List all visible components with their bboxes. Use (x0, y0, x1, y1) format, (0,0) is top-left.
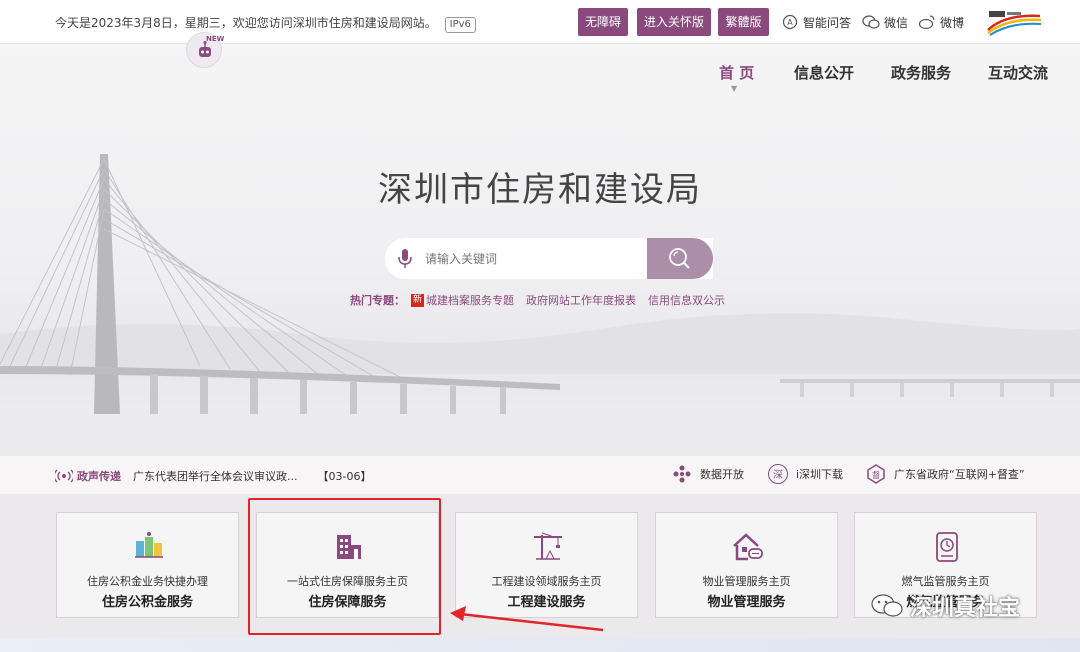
ai-qa-label: 智能问答 (803, 15, 852, 30)
watermark-text: 深圳真社宝 (910, 596, 1021, 621)
broadcast-icon (55, 469, 73, 483)
card-provident-fund[interactable]: 住房公积金业务快捷办理 住房公积金服务 (56, 512, 239, 618)
search-icon (669, 248, 690, 269)
highlight-box (248, 498, 441, 635)
accessibility-button[interactable]: 无障碍 (578, 8, 628, 36)
welcome-message: 今天是2023年3月8日，星期三，欢迎您访问深圳市住房和建设局网站。 (55, 16, 437, 30)
hot-topics: 热门专题： 新 城建档案服务专题 政府网站工作年度报表 信用信息双公示 (350, 292, 737, 308)
open-data-link[interactable]: 数据开放 (672, 464, 744, 484)
wechat-icon (862, 13, 880, 31)
weibo-label: 微博 (940, 15, 965, 30)
chatbot-button[interactable]: NEW (186, 32, 225, 68)
wechat-link[interactable]: 微信 (862, 13, 908, 31)
nav-interaction[interactable]: 互动交流 (988, 62, 1048, 83)
news-ticker: 政声传递 广东代表团举行全体会议审议政... 【03-06】 (55, 468, 371, 484)
robot-icon: A (781, 13, 799, 31)
watermark: 深圳真社宝 (870, 590, 1020, 622)
ai-qa-link[interactable]: A 智能问答 (781, 13, 851, 31)
internet-supervision-label: 广东省政府“互联网+督查” (894, 468, 1025, 481)
card-subtitle: 物业管理服务主页 (702, 575, 791, 588)
traditional-chinese-button[interactable]: 繁體版 (718, 8, 769, 36)
shenzhen-logo[interactable] (985, 8, 1043, 36)
svg-text:深: 深 (773, 469, 783, 481)
robot-new-badge: NEW (206, 35, 225, 43)
weibo-link[interactable]: 微博 (918, 13, 964, 31)
hot-topic-annual-report[interactable]: 政府网站工作年度报表 (526, 292, 636, 308)
card-title: 住房公积金服务 (101, 595, 193, 610)
news-headline[interactable]: 广东代表团举行全体会议审议政... (133, 468, 298, 484)
hero-banner: 首 页 ▼ 信息公开 政务服务 互动交流 深圳市住房和建设局 热门专题： 新 城… (0, 44, 1080, 456)
microphone-icon[interactable] (397, 248, 413, 270)
card-subtitle: 工程建设领域服务主页 (491, 575, 602, 588)
info-strip: 政声传递 广东代表团举行全体会议审议政... 【03-06】 数据开放 深 i深… (0, 456, 1080, 494)
i-shenzhen-icon: 深 (768, 464, 788, 484)
nav-home[interactable]: 首 页 (719, 62, 754, 83)
top-bar: 今天是2023年3月8日，星期三，欢迎您访问深圳市住房和建设局网站。 IPv6 … (0, 0, 1080, 44)
wechat-icon (871, 594, 903, 617)
i-shenzhen-download-link[interactable]: 深 i深圳下载 (768, 464, 843, 484)
hot-topics-label: 热门专题： (350, 294, 405, 307)
news-ticker-label: 政声传递 (77, 470, 121, 483)
chevron-down-icon: ▼ (731, 84, 738, 93)
bottom-band (0, 638, 1080, 652)
hot-topic-archives[interactable]: 城建档案服务专题 (426, 292, 514, 308)
search-button[interactable] (647, 238, 713, 279)
svg-text:A: A (787, 18, 793, 27)
open-data-label: 数据开放 (700, 468, 744, 481)
site-title: 深圳市住房和建设局 (378, 170, 702, 210)
nav-gov-services[interactable]: 政务服务 (891, 62, 951, 83)
card-subtitle: 住房公积金业务快捷办理 (87, 575, 208, 588)
gas-meter-icon (936, 532, 958, 562)
house-chat-icon (733, 533, 763, 561)
hot-topic-credit-info[interactable]: 信用信息双公示 (648, 292, 725, 308)
search-input[interactable] (425, 248, 635, 270)
card-title: 物业管理服务 (707, 595, 786, 610)
weibo-icon (918, 13, 936, 31)
data-open-icon (672, 464, 692, 484)
welcome-text: 今天是2023年3月8日，星期三，欢迎您访问深圳市住房和建设局网站。 IPv6 (55, 14, 476, 33)
svg-text:督: 督 (872, 470, 880, 480)
news-date: 【03-06】 (317, 470, 372, 483)
nav-info-disclosure[interactable]: 信息公开 (794, 62, 854, 83)
card-property-management[interactable]: 物业管理服务主页 物业管理服务 (655, 512, 838, 618)
card-subtitle: 燃气监管服务主页 (901, 575, 990, 588)
wechat-label: 微信 (884, 15, 909, 30)
crane-icon (534, 532, 562, 560)
provident-fund-icon (135, 532, 163, 558)
red-arrow-annotation (450, 606, 604, 632)
elder-care-mode-button[interactable]: 进入关怀版 (637, 8, 711, 36)
i-shenzhen-download-label: i深圳下载 (796, 468, 844, 481)
ipv6-badge: IPv6 (444, 17, 476, 33)
internet-supervision-link[interactable]: 督 广东省政府“互联网+督查” (866, 464, 1025, 484)
new-badge: 新 (411, 293, 425, 307)
supervision-icon: 督 (866, 464, 886, 484)
